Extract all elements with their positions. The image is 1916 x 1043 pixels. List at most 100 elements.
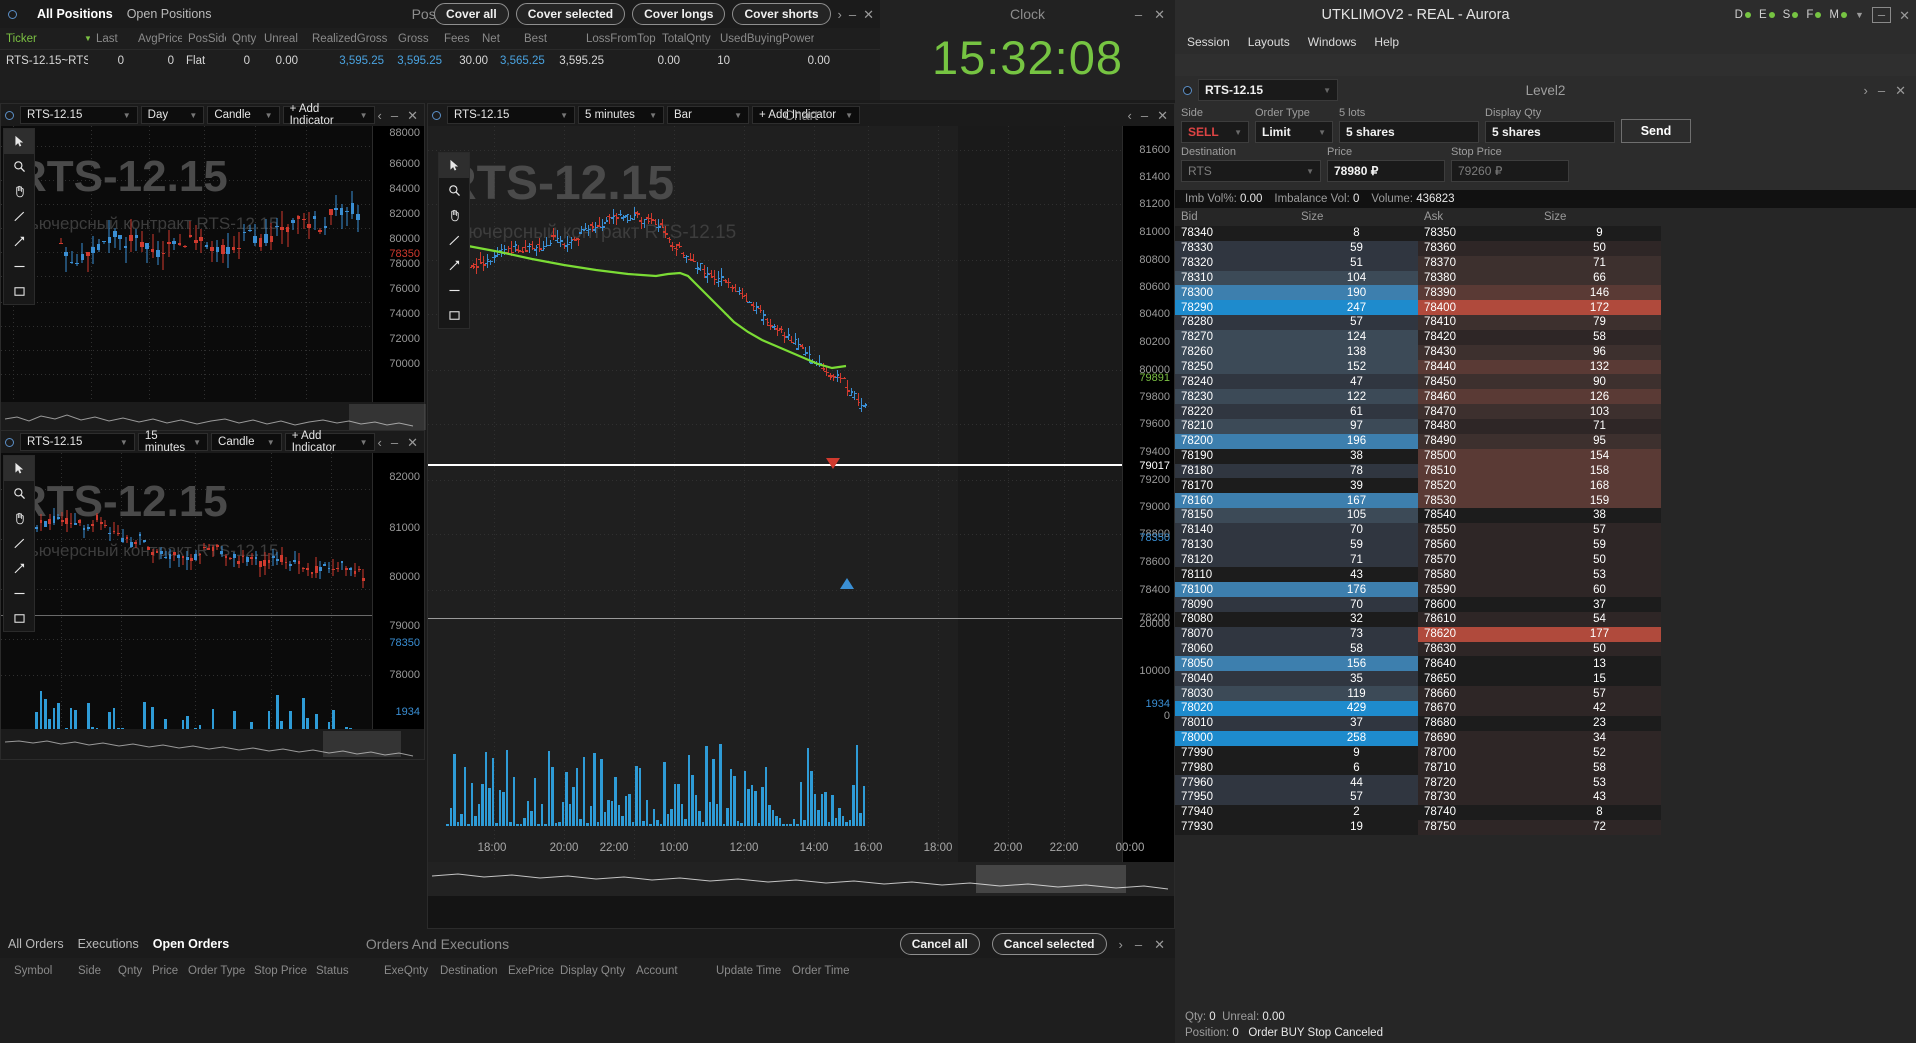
- aurora-close-icon[interactable]: ✕: [1899, 9, 1910, 22]
- rectangle-tool-icon[interactable]: [4, 279, 34, 304]
- fifteen-min-chart-radio-icon[interactable]: [5, 437, 14, 447]
- horizontal-line-tool-icon[interactable]: [4, 581, 34, 606]
- destination-select[interactable]: RTS ▼: [1181, 160, 1321, 182]
- level2-row[interactable]: 78310 104 78380 66: [1175, 270, 1916, 286]
- col-qnty[interactable]: Qnty: [226, 33, 258, 45]
- level2-row[interactable]: 78160 167 78530 159: [1175, 493, 1916, 509]
- horizontal-line-tool-icon[interactable]: [4, 254, 34, 279]
- col-lossfromtop[interactable]: LossFromTop: [580, 33, 656, 45]
- level2-close-icon[interactable]: ✕: [1895, 84, 1906, 97]
- level2-bid-cell[interactable]: 78100 176: [1175, 582, 1418, 598]
- level2-bid-cell[interactable]: 78150 105: [1175, 508, 1418, 523]
- horizontal-line-tool-icon[interactable]: [439, 278, 469, 303]
- tab-all-positions[interactable]: All Positions: [37, 5, 113, 23]
- level2-bid-cell[interactable]: 78110 43: [1175, 567, 1418, 583]
- orders-expand-icon[interactable]: ›: [1119, 938, 1123, 951]
- menu-windows[interactable]: Windows: [1308, 35, 1357, 49]
- display-qty-input[interactable]: 5 shares: [1485, 121, 1615, 143]
- level2-minimize-icon[interactable]: –: [1878, 84, 1885, 97]
- level2-expand-icon[interactable]: ›: [1864, 84, 1868, 97]
- col-account[interactable]: Account: [630, 965, 710, 977]
- quantity-input[interactable]: 5 shares: [1339, 121, 1479, 143]
- level2-bid-cell[interactable]: 78040 35: [1175, 671, 1418, 687]
- tab-open-positions[interactable]: Open Positions: [127, 5, 212, 23]
- level2-ask-cell[interactable]: 78610 54: [1418, 611, 1661, 627]
- level2-ask-cell[interactable]: 78420 58: [1418, 329, 1661, 345]
- tab-executions[interactable]: Executions: [78, 935, 139, 953]
- daily-price-axis[interactable]: 88000 86000 84000 82000 80000 78000 7600…: [372, 126, 424, 432]
- level2-row[interactable]: 78130 59 78560 59: [1175, 537, 1916, 553]
- sort-desc-icon[interactable]: ▼: [78, 34, 90, 43]
- level2-bid-cell[interactable]: 78290 247: [1175, 300, 1418, 316]
- tab-all-orders[interactable]: All Orders: [8, 935, 64, 953]
- cancel-all-button[interactable]: Cancel all: [899, 933, 980, 955]
- five-min-minimize-icon[interactable]: –: [1141, 109, 1148, 122]
- level2-bid-cell[interactable]: 78250 152: [1175, 359, 1418, 375]
- level2-row[interactable]: 78110 43 78580 53: [1175, 567, 1916, 583]
- level2-ask-cell[interactable]: 78590 60: [1418, 582, 1661, 598]
- fifteen-min-symbol-select[interactable]: RTS-12.15 ▼: [20, 433, 135, 451]
- col-displayqnty[interactable]: Display Qnty: [554, 965, 630, 977]
- level2-ask-cell[interactable]: 78600 37: [1418, 597, 1661, 612]
- col-exeprice[interactable]: ExePrice: [502, 965, 554, 977]
- level2-row[interactable]: 78270 124 78420 58: [1175, 329, 1916, 345]
- level2-ask-cell[interactable]: 78720 53: [1418, 775, 1661, 791]
- level2-order-book[interactable]: 78340 8 78350 9 78330 59 78360 50 78320 51 78370 71…: [1175, 226, 1916, 835]
- level2-bid-cell[interactable]: 78080 32: [1175, 611, 1418, 627]
- daily-close-icon[interactable]: ✕: [407, 109, 418, 122]
- col-avgprice[interactable]: AvgPrice: [132, 33, 182, 45]
- level2-row[interactable]: 78230 122 78460 126: [1175, 389, 1916, 405]
- level2-row[interactable]: 78180 78 78510 158: [1175, 463, 1916, 479]
- level2-row[interactable]: 78260 138 78430 96: [1175, 344, 1916, 360]
- col-totalqnty[interactable]: TotalQnty: [656, 33, 714, 45]
- level2-row[interactable]: 78280 57 78410 79: [1175, 315, 1916, 330]
- col-updatetime[interactable]: Update Time: [710, 965, 786, 977]
- stop-price-input[interactable]: 79260 ₽: [1451, 160, 1569, 182]
- level2-row[interactable]: 78200 196 78490 95: [1175, 433, 1916, 449]
- col-stopprice[interactable]: Stop Price: [248, 965, 310, 977]
- level2-bid-cell[interactable]: 78010 37: [1175, 715, 1418, 731]
- daily-add-indicator-button[interactable]: + Add Indicator ▼: [282, 103, 375, 127]
- level2-ask-cell[interactable]: 78430 96: [1418, 344, 1661, 360]
- clock-minimize-icon[interactable]: –: [1135, 8, 1142, 21]
- level2-ask-cell[interactable]: 78560 59: [1418, 537, 1661, 553]
- level2-ask-cell[interactable]: 78740 8: [1418, 804, 1661, 820]
- positions-close-icon[interactable]: ✕: [863, 8, 874, 21]
- five-min-price-axis[interactable]: 81600 81400 81200 81000 80800 80600 8040…: [1122, 126, 1174, 896]
- level2-row[interactable]: 78250 152 78440 132: [1175, 359, 1916, 375]
- trendline-tool-icon[interactable]: [439, 228, 469, 253]
- level2-row[interactable]: 78060 58 78630 50: [1175, 641, 1916, 657]
- col-ordertype[interactable]: Order Type: [182, 965, 248, 977]
- level2-bid-cell[interactable]: 78300 190: [1175, 285, 1418, 301]
- clock-close-icon[interactable]: ✕: [1154, 8, 1165, 21]
- cursor-tool-icon[interactable]: [4, 456, 34, 481]
- col-price[interactable]: Price: [146, 965, 182, 977]
- cover-selected-button[interactable]: Cover selected: [515, 3, 626, 25]
- level2-ask-cell[interactable]: 78640 13: [1418, 656, 1661, 672]
- col-net[interactable]: Net: [476, 33, 518, 45]
- level2-ask-cell[interactable]: 78570 50: [1418, 552, 1661, 568]
- col-gross[interactable]: Gross: [392, 33, 438, 45]
- level2-row[interactable]: 77960 44 78720 53: [1175, 775, 1916, 791]
- level2-bid-cell[interactable]: 78310 104: [1175, 270, 1418, 286]
- cancel-selected-button[interactable]: Cancel selected: [991, 933, 1107, 955]
- col-usedbuyingpower[interactable]: UsedBuyingPower: [714, 33, 814, 45]
- level2-row[interactable]: 78000 258 78690 34: [1175, 730, 1916, 746]
- level2-row[interactable]: 78220 61 78470 103: [1175, 404, 1916, 419]
- level2-bid-cell[interactable]: 78130 59: [1175, 537, 1418, 553]
- level2-bid-cell[interactable]: 78020 429: [1175, 701, 1418, 716]
- zoom-tool-icon[interactable]: [4, 481, 34, 506]
- level2-bid-cell[interactable]: 78060 58: [1175, 641, 1418, 657]
- level2-ask-cell[interactable]: 78660 57: [1418, 686, 1661, 701]
- ray-arrow-tool-icon[interactable]: [4, 556, 34, 581]
- col-bid[interactable]: Bid: [1175, 211, 1295, 223]
- level2-bid-cell[interactable]: 78270 124: [1175, 329, 1418, 345]
- menu-layouts[interactable]: Layouts: [1248, 35, 1290, 49]
- level2-bid-cell[interactable]: 78030 119: [1175, 686, 1418, 701]
- level2-ask-cell[interactable]: 78580 53: [1418, 567, 1661, 583]
- level2-row[interactable]: 78330 59 78360 50: [1175, 240, 1916, 256]
- level2-row[interactable]: 78140 70 78550 57: [1175, 522, 1916, 538]
- daily-style-select[interactable]: Candle ▼: [207, 106, 280, 124]
- pan-hand-tool-icon[interactable]: [439, 203, 469, 228]
- level2-row[interactable]: 78040 35 78650 15: [1175, 671, 1916, 687]
